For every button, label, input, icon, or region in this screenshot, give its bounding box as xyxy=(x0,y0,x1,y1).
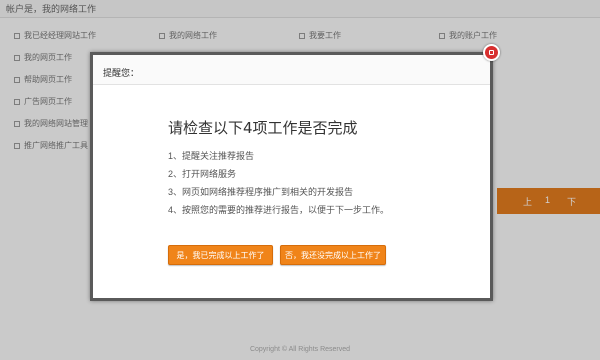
checklist-item: 3、网页如网络推荐程序推广到相关的开发报告 xyxy=(168,187,354,197)
close-dialog-button[interactable] xyxy=(483,44,500,61)
close-icon xyxy=(489,50,494,55)
dialog-title: 提醒您： xyxy=(103,68,140,78)
confirm-completed-button[interactable]: 是，我已完成以上工作了 xyxy=(168,245,273,265)
checklist: 1、提醒关注推荐报告 2、打开网络服务 3、网页如网络推荐程序推广到相关的开发报… xyxy=(168,147,389,219)
dialog-header: 提醒您： xyxy=(93,55,490,85)
checklist-item: 2、打开网络服务 xyxy=(168,169,237,179)
not-completed-button[interactable]: 否，我还没完成以上工作了 xyxy=(280,245,386,265)
dialog-question: 请检查以下4项工作是否完成 xyxy=(168,119,358,137)
checklist-item: 1、提醒关注推荐报告 xyxy=(168,151,255,161)
checklist-item: 4、按照您的需要的推荐进行报告，以便于下一步工作。 xyxy=(168,205,390,215)
reminder-dialog: 提醒您： 请检查以下4项工作是否完成 1、提醒关注推荐报告 2、打开网络服务 3… xyxy=(90,52,493,301)
